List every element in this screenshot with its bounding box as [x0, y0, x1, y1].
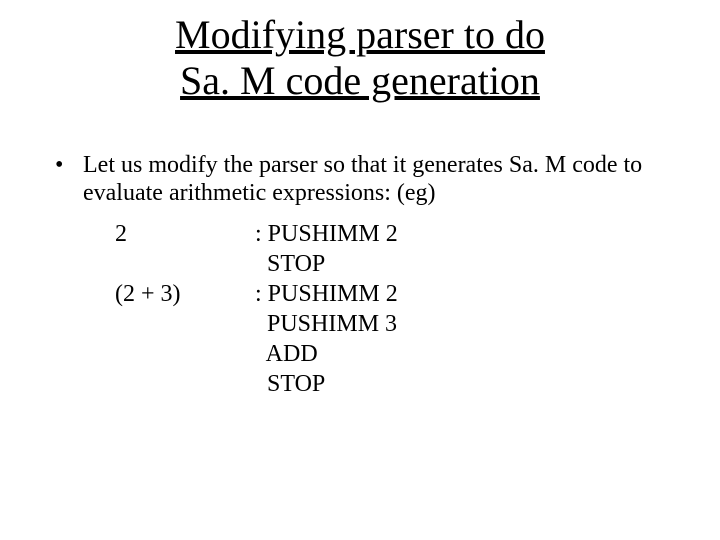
example-output-line: STOP [255, 249, 325, 279]
example-row: STOP [55, 369, 665, 399]
example-row: ADD [55, 339, 665, 369]
slide-title: Modifying parser to do Sa. M code genera… [0, 0, 720, 104]
slide: Modifying parser to do Sa. M code genera… [0, 0, 720, 540]
example-row: STOP [55, 249, 665, 279]
title-line-2: Sa. M code generation [180, 58, 540, 103]
slide-body: Let us modify the parser so that it gene… [0, 104, 720, 399]
example-row: 2 : PUSHIMM 2 [55, 219, 665, 249]
example-input: 2 [55, 219, 255, 249]
example-row: PUSHIMM 3 [55, 309, 665, 339]
bullet-text: Let us modify the parser so that it gene… [83, 152, 642, 206]
example-output-line: STOP [255, 369, 325, 399]
code-examples: 2 : PUSHIMM 2 STOP (2 + 3) : PUSHIMM 2 P… [55, 219, 665, 399]
title-line-1: Modifying parser to do [175, 12, 545, 57]
example-input [55, 309, 255, 339]
example-row: (2 + 3) : PUSHIMM 2 [55, 279, 665, 309]
example-output-line: : PUSHIMM 2 [255, 219, 398, 249]
example-output-line: ADD [255, 339, 318, 369]
bullet-item: Let us modify the parser so that it gene… [55, 152, 665, 207]
example-input [55, 369, 255, 399]
example-output-line: PUSHIMM 3 [255, 309, 397, 339]
example-input: (2 + 3) [55, 279, 255, 309]
example-input [55, 339, 255, 369]
example-output-line: : PUSHIMM 2 [255, 279, 398, 309]
example-input [55, 249, 255, 279]
